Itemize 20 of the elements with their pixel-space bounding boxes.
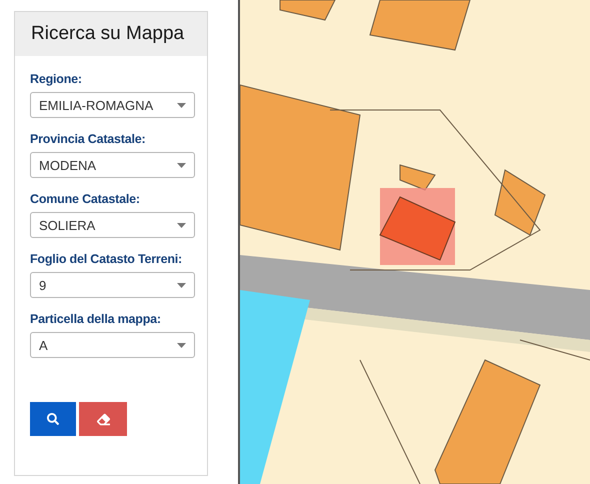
caret-icon [177,282,186,288]
dropdown[interactable]: A [30,332,195,358]
search-button[interactable] [30,402,76,436]
caret-icon [177,342,186,348]
dropdown[interactable]: MODENA [30,152,195,178]
caret-icon [177,222,186,228]
dropdown[interactable]: EMILIA-ROMAGNA [30,92,195,118]
search-icon [47,413,59,425]
eraser-button[interactable] [79,402,127,436]
field-label: Particella della mappa: [30,312,162,326]
caret-icon [177,102,186,108]
panel-title: Ricerca su Mappa [31,23,184,45]
field-label: Comune Catastale: [30,192,141,206]
dropdown[interactable]: SOLIERA [30,212,195,238]
field-label: Provincia Catastale: [30,132,146,146]
caret-icon [177,162,186,168]
dropdown[interactable]: 9 [30,272,195,298]
field-label: Regione: [30,72,83,86]
eraser-icon [96,412,110,426]
field-label: Foglio del Catasto Terreni: [30,252,184,266]
